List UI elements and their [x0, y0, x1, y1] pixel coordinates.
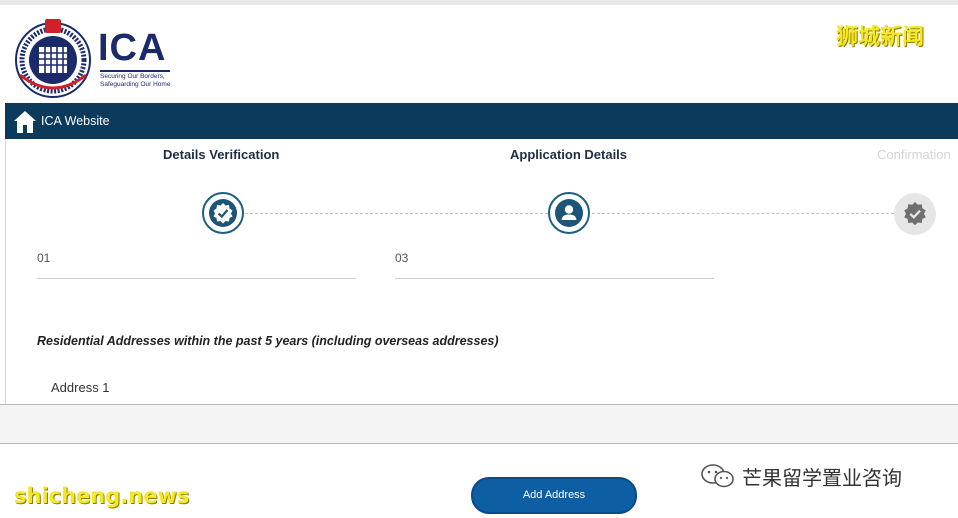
watermark-bottom-right-text: 芒果留学置业咨询: [742, 466, 902, 490]
residential-addresses-heading: Residential Addresses within the past 5 …: [37, 334, 499, 348]
step-title-application-details: Application Details: [510, 147, 628, 162]
step-3-indicator: [894, 193, 936, 235]
wechat-icon: [701, 464, 734, 488]
logo-tagline: Securing Our Borders, Safeguarding Our H…: [100, 73, 170, 89]
site-header: ICA Securing Our Borders, Safeguarding O…: [0, 5, 958, 103]
ica-website-link[interactable]: ICA Website: [41, 114, 110, 128]
verification-field-2[interactable]: 03: [395, 248, 714, 279]
field-value-2: 03: [395, 251, 409, 265]
field-value-1: 01: [37, 251, 51, 265]
verified-badge-icon: [209, 199, 237, 227]
content-left-border: [5, 139, 6, 439]
step-connector-2: [592, 213, 894, 214]
home-icon[interactable]: [12, 109, 38, 135]
verification-field-1[interactable]: 01: [37, 248, 356, 279]
address-1-label: Address 1: [51, 380, 110, 395]
step-title-details-verification: Details Verification: [163, 147, 280, 162]
step-title-confirmation: Confirmation: [877, 147, 951, 162]
tagline-line-2: Safeguarding Our Home: [100, 81, 171, 88]
address-input-band[interactable]: [0, 404, 958, 444]
step-connector-1: [245, 213, 548, 214]
verified-badge-icon: [904, 202, 926, 226]
user-icon: [555, 199, 583, 227]
add-address-button[interactable]: Add Address: [471, 477, 637, 514]
ica-crest-logo: [14, 17, 92, 99]
watermark-bottom-left: shicheng.news: [14, 484, 190, 508]
top-navbar: ICA Website: [5, 103, 958, 139]
ica-logo-wordmark: ICA: [98, 27, 167, 69]
tagline-line-1: Securing Our Borders,: [100, 73, 165, 80]
step-2-indicator: [548, 192, 590, 234]
watermark-top-right: 狮城新闻: [836, 25, 925, 50]
logo-divider: [100, 70, 170, 72]
step-1-indicator: [202, 192, 244, 234]
